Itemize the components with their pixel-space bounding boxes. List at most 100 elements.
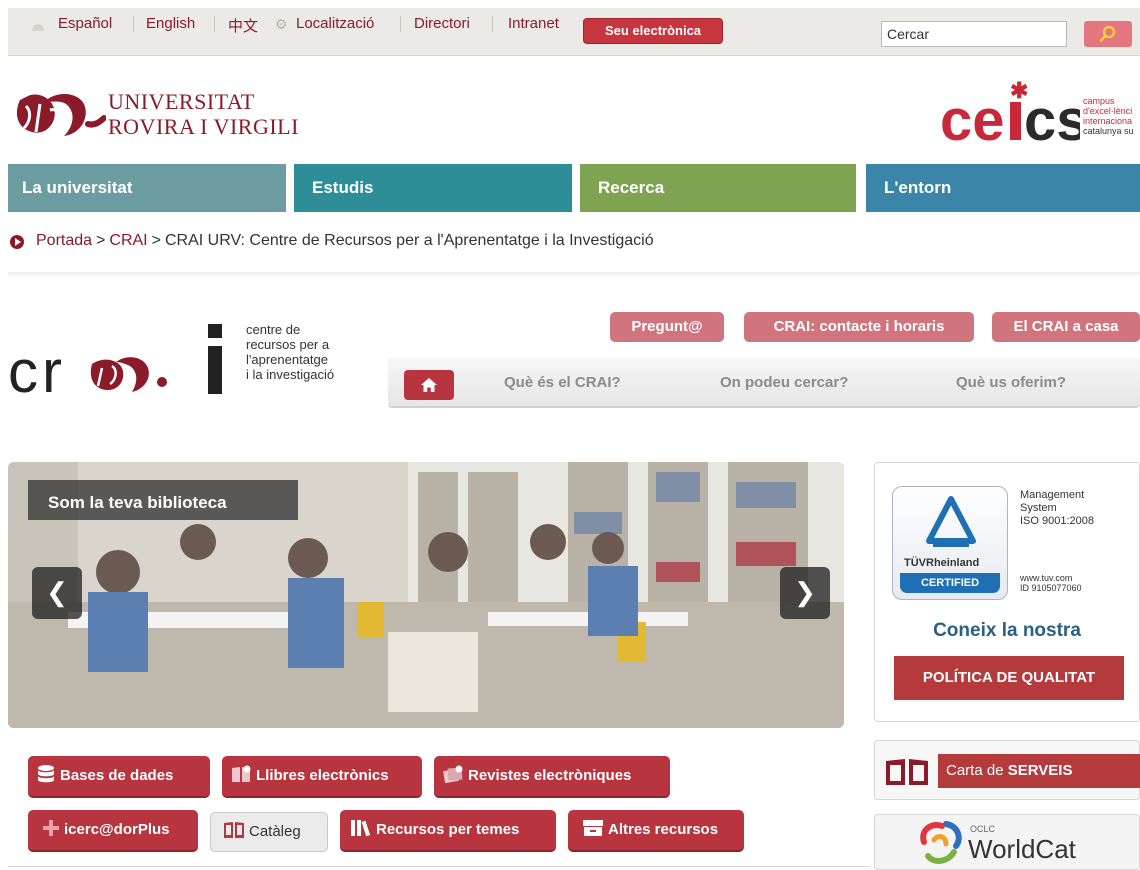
directori-link[interactable]: Directori [414,15,470,32]
divider [400,16,401,32]
intranet-link[interactable]: Intranet [508,15,559,32]
nav-recerca[interactable]: Recerca [580,164,856,212]
system-line: Management [1020,489,1085,501]
ceics-logo-icon[interactable]: ce ✱ cs [940,78,1080,150]
database-icon [38,765,54,783]
crai-tagline-line: recursos per a [246,337,330,352]
cataleg-button[interactable]: Catàleg [210,812,328,852]
crai-tagline: centre de recursos per a l'aprenentatge … [246,322,334,382]
breadcrumb-home-link[interactable]: Portada [36,232,92,249]
breadcrumb-arrow-icon [10,235,24,249]
svg-text:ce: ce [940,88,1005,150]
ceics-tagline: campus d'excel·lènci internaciona catalu… [1083,96,1134,136]
breadcrumb-crai-link[interactable]: CRAI [109,232,147,249]
carta-serveis-link[interactable]: Carta de SERVEIS [938,754,1140,788]
bases-de-dades-button[interactable]: Bases de dades [28,756,210,798]
subnav-que-us-oferim[interactable]: Què us oferim? [956,374,1066,391]
chevron-left-icon: ❮ [46,577,68,607]
breadcrumb-current: CRAI URV: Centre de Recursos per a l'Apr… [164,232,654,249]
breadcrumb-separator: > [96,232,106,249]
crai-logo-icon[interactable]: c r [8,320,238,400]
ceics-line: d'excel·lènci [1083,106,1133,116]
breadcrumb: Portada > CRAI > CRAI URV: Centre de Recurso… [36,232,654,250]
system-line: System [1020,502,1057,514]
slider-prev-button[interactable]: ❮ [32,567,82,619]
llibres-electronics-label: Llibres electrònics [256,767,389,784]
subnav-on-podeu-cercar[interactable]: On podeu cercar? [720,374,848,391]
crai-tagline-line: l'aprenentatge [246,352,328,367]
system-line: ISO 9001:2008 [1020,515,1095,527]
tuv-web-text: www.tuv.com ID 9105077060 [1020,573,1082,593]
ceics-line: internaciona [1083,116,1133,126]
carta-strong: SERVEIS [1007,762,1073,779]
management-system-text: Management System ISO 9001:2008 [1020,489,1094,528]
llibres-electronics-button[interactable]: Llibres electrònics [222,756,422,798]
divider [492,16,493,32]
tuv-triangle-icon [926,496,976,547]
crai-a-casa-button[interactable]: El CRAI a casa [992,312,1140,342]
plus-icon [43,820,59,837]
bases-de-dades-label: Bases de dades [60,767,174,784]
carta-prefix: Carta de [946,762,1008,779]
pregunta-button[interactable]: Pregunt@ [610,312,724,342]
recursos-per-temes-label: Recursos per temes [376,821,520,838]
crai-tagline-line: i la investigació [246,367,335,382]
open-book-icon [886,759,928,785]
svg-text:c: c [8,338,38,400]
divider [8,866,870,867]
nav-lentorn[interactable]: L'entorn [866,164,1140,212]
icercador-plus-button[interactable]: icerc@dorPlus [28,810,198,852]
breadcrumb-separator: > [151,232,161,249]
worldcat-label: WorldCat [968,834,1076,864]
divider [133,16,134,32]
altres-recursos-button[interactable]: Altres recursos [568,810,744,852]
tuv-web-line: www.tuv.com [1020,573,1073,583]
globe-icon [32,24,44,31]
archive-box-icon [583,820,603,837]
lang-english-link[interactable]: English [146,15,195,32]
coneix-heading: Coneix la nostra [933,620,1081,641]
icercador-plus-label: icerc@dorPlus [64,821,170,838]
politica-qualitat-button[interactable]: POLÍTICA DE QUALITAT [894,656,1124,700]
divider [214,16,215,32]
localitzacio-link[interactable]: Localització [296,15,374,32]
contacte-horaris-button[interactable]: CRAI: contacte i horaris [744,312,974,342]
university-name-line2: ROVIRA I VIRGILI [108,114,299,139]
tuv-certified-label: CERTIFIED [900,573,1000,593]
oclc-label: OCLC [970,824,996,834]
home-button[interactable] [404,370,454,400]
chevron-right-icon: ❯ [794,577,816,607]
home-icon [421,378,437,392]
books-shelf-icon [351,820,371,837]
ceics-line: campus [1083,96,1115,106]
revistes-electroniques-button[interactable]: Revistes electròniques [434,756,670,798]
revistes-electroniques-label: Revistes electròniques [468,767,632,784]
cataleg-label: Catàleg [249,823,301,840]
search-button[interactable] [1084,21,1132,47]
gear-icon: ⚙ [275,16,288,32]
divider [8,272,1140,278]
subnav-que-es-crai[interactable]: Què és el CRAI? [504,374,621,391]
urv-logo-icon[interactable] [10,82,106,142]
slider-next-button[interactable]: ❯ [780,567,830,619]
worldcat-logo-icon [920,821,962,864]
lang-chinese-link[interactable]: 中文 [228,15,258,36]
journal-icon [443,765,463,784]
slider-caption: Som la teva biblioteca [28,480,298,520]
altres-recursos-label: Altres recursos [608,821,719,838]
svg-text:cs: cs [1024,88,1080,150]
nav-la-universitat[interactable]: La universitat [8,164,286,212]
search-icon [1099,25,1116,42]
seu-electronica-button[interactable]: Seu electrònica [583,18,723,44]
nav-estudis[interactable]: Estudis [294,164,572,212]
university-name[interactable]: UNIVERSITAT ROVIRA I VIRGILI [108,89,299,139]
tuv-web-line: ID 9105077060 [1020,583,1082,593]
crai-tagline-line: centre de [246,322,301,337]
university-name-line1: UNIVERSITAT [108,89,255,114]
search-input[interactable] [881,21,1067,47]
ebook-icon [232,765,251,783]
tuv-brand: TÜVRheinland [904,557,980,569]
catalog-book-icon [224,822,244,839]
recursos-per-temes-button[interactable]: Recursos per temes [340,810,556,852]
lang-espanol-link[interactable]: Español [58,15,112,32]
